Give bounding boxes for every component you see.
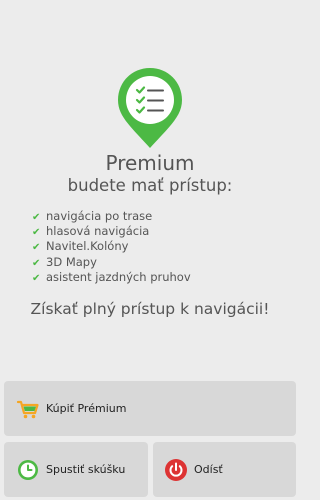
check-icon: ✔ bbox=[32, 242, 41, 254]
feature-label: navigácia po trase bbox=[46, 209, 153, 223]
feature-item: ✔ 3D Mapy bbox=[32, 255, 191, 270]
premium-title: Premium bbox=[105, 151, 195, 175]
clock-icon bbox=[18, 459, 38, 480]
buy-premium-label: Kúpiť Prémium bbox=[46, 402, 127, 415]
start-trial-button[interactable]: Spustiť skúšku bbox=[4, 442, 148, 497]
feature-label: 3D Mapy bbox=[46, 254, 97, 269]
check-icon: ✔ bbox=[32, 272, 41, 284]
check-icon: ✔ bbox=[32, 212, 41, 223]
check-icon: ✔ bbox=[32, 227, 41, 239]
checklist-map-pin-icon bbox=[118, 68, 182, 148]
feature-label: hlasová navigácia bbox=[46, 224, 150, 239]
feature-item: ✔ Navitel.Kolóny bbox=[32, 239, 191, 254]
check-icon: ✔ bbox=[32, 257, 41, 269]
promo-text: Získať plný prístup k navigácii! bbox=[30, 300, 270, 318]
access-subtitle: budete mať prístup: bbox=[67, 176, 233, 195]
shopping-cart-icon bbox=[16, 400, 39, 418]
feature-item: ✔ hlasová navigácia bbox=[32, 224, 191, 239]
feature-label: asistent jazdných pruhov bbox=[46, 269, 191, 284]
quit-button[interactable]: Odísť bbox=[153, 442, 296, 497]
buy-premium-button[interactable]: Kúpiť Prémium bbox=[4, 381, 296, 436]
quit-label: Odísť bbox=[194, 463, 223, 476]
feature-item: ✔ navigácia po trase bbox=[32, 209, 191, 224]
feature-label: Navitel.Kolóny bbox=[46, 239, 129, 254]
power-icon bbox=[165, 458, 187, 481]
feature-item: ✔ asistent jazdných pruhov bbox=[32, 270, 191, 285]
feature-list: ✔ navigácia po trase ✔ hlasová navigácia ✔… bbox=[32, 209, 191, 285]
start-trial-label: Spustiť skúšku bbox=[46, 463, 126, 476]
